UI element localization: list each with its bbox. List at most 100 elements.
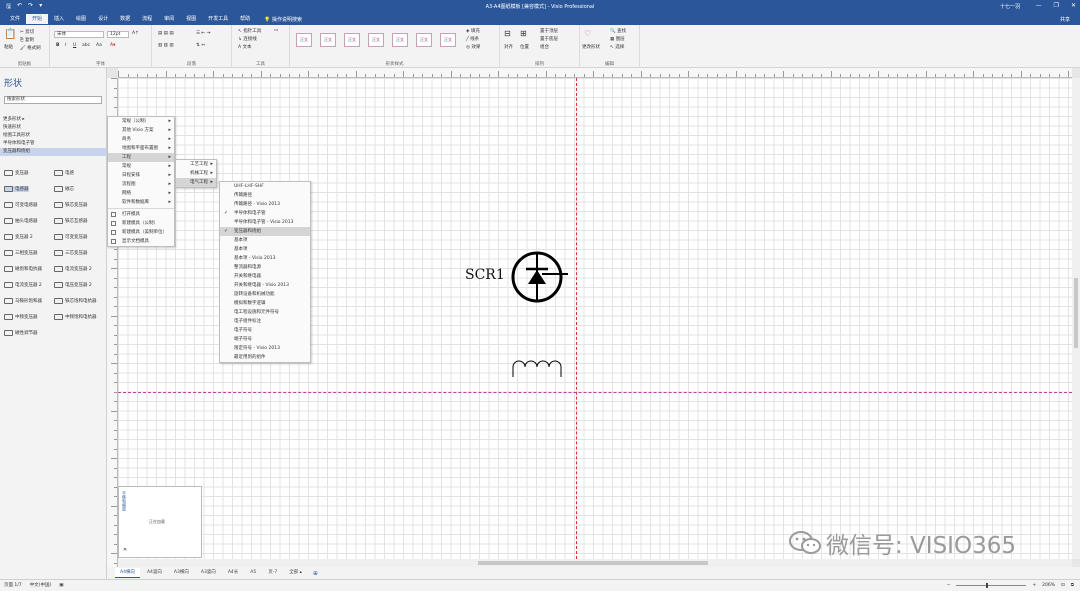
style-sample-6[interactable]: 正文 [416,33,432,47]
vertical-scrollbar[interactable] [1072,78,1080,559]
menu-item[interactable]: 工程 ▸ [108,153,174,162]
align-icon[interactable]: ⊟ [504,29,511,38]
menu-item[interactable]: 常规 ▸ [108,162,174,171]
group-button[interactable]: 组合 [540,44,549,50]
case-button[interactable]: Aa [96,43,102,48]
menu-item[interactable]: 基本项 [220,245,310,254]
shape-item[interactable]: 铁芯变压器 [54,202,88,208]
rectangle-icon[interactable]: ▭ [274,28,278,33]
menu-item[interactable]: 工艺工程 ▸ [176,160,216,169]
tab-developer[interactable]: 开发工具 [202,14,234,24]
tab-draw[interactable]: 绘图 [70,14,92,24]
shape-item[interactable]: 电流变压器 2 [54,266,92,272]
tell-me-search[interactable]: 💡 操作说明搜索 [264,16,302,23]
shape-item[interactable]: 铁芯互感器 [54,218,88,224]
menu-item[interactable]: 限定符号 - Visio 2013 [220,344,310,353]
shape-item[interactable]: 可变电感器 [4,202,38,208]
fit-page-icon[interactable]: ⊡ [1061,580,1065,591]
change-shape-button[interactable]: 更改形状 [582,44,600,50]
line-button[interactable]: ╱ 线条 [466,36,479,42]
tab-insert[interactable]: 插入 [48,14,70,24]
menu-item[interactable]: 流程图 ▸ [108,180,174,189]
stencil-quick-shapes[interactable]: 快速形状 [0,124,107,132]
zoom-slider[interactable] [956,583,1027,588]
font-name-combo[interactable]: 宋体 [54,31,104,38]
menu-item[interactable]: 电子组件标注 [220,317,310,326]
account-name[interactable]: 十七一羽 [1000,3,1020,10]
shape-item[interactable]: 变压器 2 [4,234,33,240]
minimize-button[interactable]: — [1036,2,1042,9]
pan-close-icon[interactable]: ✕ [123,547,127,553]
shape-item[interactable]: 电压变压器 2 [54,282,92,288]
position-button[interactable]: 位置 [520,44,529,50]
zoom-out-icon[interactable]: − [947,580,951,591]
shape-item[interactable]: 中频饱和电抗器 [54,314,97,320]
effects-button[interactable]: ◎ 效果 [466,44,480,50]
thyristor-symbol[interactable] [508,248,570,308]
bold-button[interactable]: B [56,43,59,48]
scr-label[interactable]: SCR1 [465,267,505,283]
pointer-tool-button[interactable]: ↖ 指针工具 [238,28,261,34]
menu-item[interactable]: 传输路径 [220,191,310,200]
bullets-icon[interactable]: ☰ ⇤ ⇥ [196,31,210,36]
menu-item[interactable]: 新建模具（美制单位） [108,228,174,237]
menu-item[interactable]: 打开模具 [108,210,174,219]
menu-item[interactable]: 模拟和数字逻辑 [220,299,310,308]
menu-item[interactable]: 日程安排 ▸ [108,171,174,180]
menu-item[interactable]: 商务 ▸ [108,135,174,144]
style-sample-3[interactable]: 正文 [344,33,360,47]
shape-search-input[interactable]: 搜索形状 [4,96,102,104]
menu-item[interactable]: 最近用到的组件 [220,353,310,362]
zoom-level[interactable]: 206% [1042,580,1055,591]
macro-icon[interactable]: ▣ [59,580,63,591]
tab-review[interactable]: 审阅 [158,14,180,24]
shape-item[interactable]: 变压器 [4,170,29,176]
menu-item[interactable]: 基本项 [220,236,310,245]
layers-button[interactable]: ▦ 图层 [610,36,625,42]
menu-item[interactable]: 其他 Visio 方案 ▸ [108,126,174,135]
inductor-symbol[interactable] [511,353,563,379]
pan-zoom-window[interactable]: 平移和缩放 正在加载 ✕ [118,486,202,558]
format-painter-button[interactable]: 🖌 格式刷 [20,45,41,51]
send-back-button[interactable]: 置于底层 [540,36,558,42]
grow-font-icon[interactable]: A↑ [132,31,139,36]
menu-item[interactable]: 电气工程 ▸ [176,178,216,187]
style-sample-4[interactable]: 正文 [368,33,384,47]
font-size-combo[interactable]: 12pt [107,31,129,38]
shape-item[interactable]: 电感 [54,170,74,176]
shape-item[interactable]: 磁性调节器 [4,330,38,336]
maximize-button[interactable]: ❐ [1054,2,1059,9]
tab-view[interactable]: 视图 [180,14,202,24]
add-page-icon[interactable]: ⊕ [313,570,318,577]
menu-item[interactable]: 开关和继电器 [220,272,310,281]
align-top-icon[interactable]: ▤ ▤ ▤ [158,31,174,36]
tab-home[interactable]: 开始 [26,14,49,24]
shape-item[interactable]: 铁芯饱和电抗器 [54,298,97,304]
menu-item[interactable]: 网络 ▸ [108,189,174,198]
tab-help[interactable]: 帮助 [234,14,256,24]
page-tab-a4-long[interactable]: A4长 [223,568,243,578]
strike-button[interactable]: abc [82,43,90,48]
menu-item[interactable]: 传输路径 - Visio 2013 [220,200,310,209]
text-tool-button[interactable]: A 文本 [238,44,252,50]
horizontal-scrollbar[interactable] [118,559,1072,567]
shape-item[interactable]: 电流变压器 2 [4,282,42,288]
menu-item[interactable]: 半导体和电子管 - Visio 2013 [220,218,310,227]
shape-item[interactable]: 磁饱和电抗器 [4,266,42,272]
vertical-guide[interactable] [576,78,577,559]
switch-window-icon[interactable]: ⧉ [1071,580,1074,591]
style-sample-7[interactable]: 正文 [440,33,456,47]
menu-item[interactable]: 地图和平面布置图 ▸ [108,144,174,153]
cut-button[interactable]: ✂ 剪切 [20,29,34,35]
page-tab-all[interactable]: 全部 ▴ [284,568,307,578]
bring-front-button[interactable]: 置于顶层 [540,28,558,34]
menu-item[interactable]: 端子符号 [220,335,310,344]
paste-icon[interactable]: 📋 [4,29,16,40]
menu-item[interactable]: ✓ 变压器和绕组 [220,227,310,236]
horizontal-scroll-thumb[interactable] [478,561,708,565]
change-shape-icon[interactable]: ♡ [584,29,591,38]
tab-file[interactable]: 文件 [4,14,26,24]
find-button[interactable]: 🔍 查找 [610,28,626,34]
style-sample-2[interactable]: 正文 [320,33,336,47]
zoom-in-icon[interactable]: + [1032,580,1036,591]
